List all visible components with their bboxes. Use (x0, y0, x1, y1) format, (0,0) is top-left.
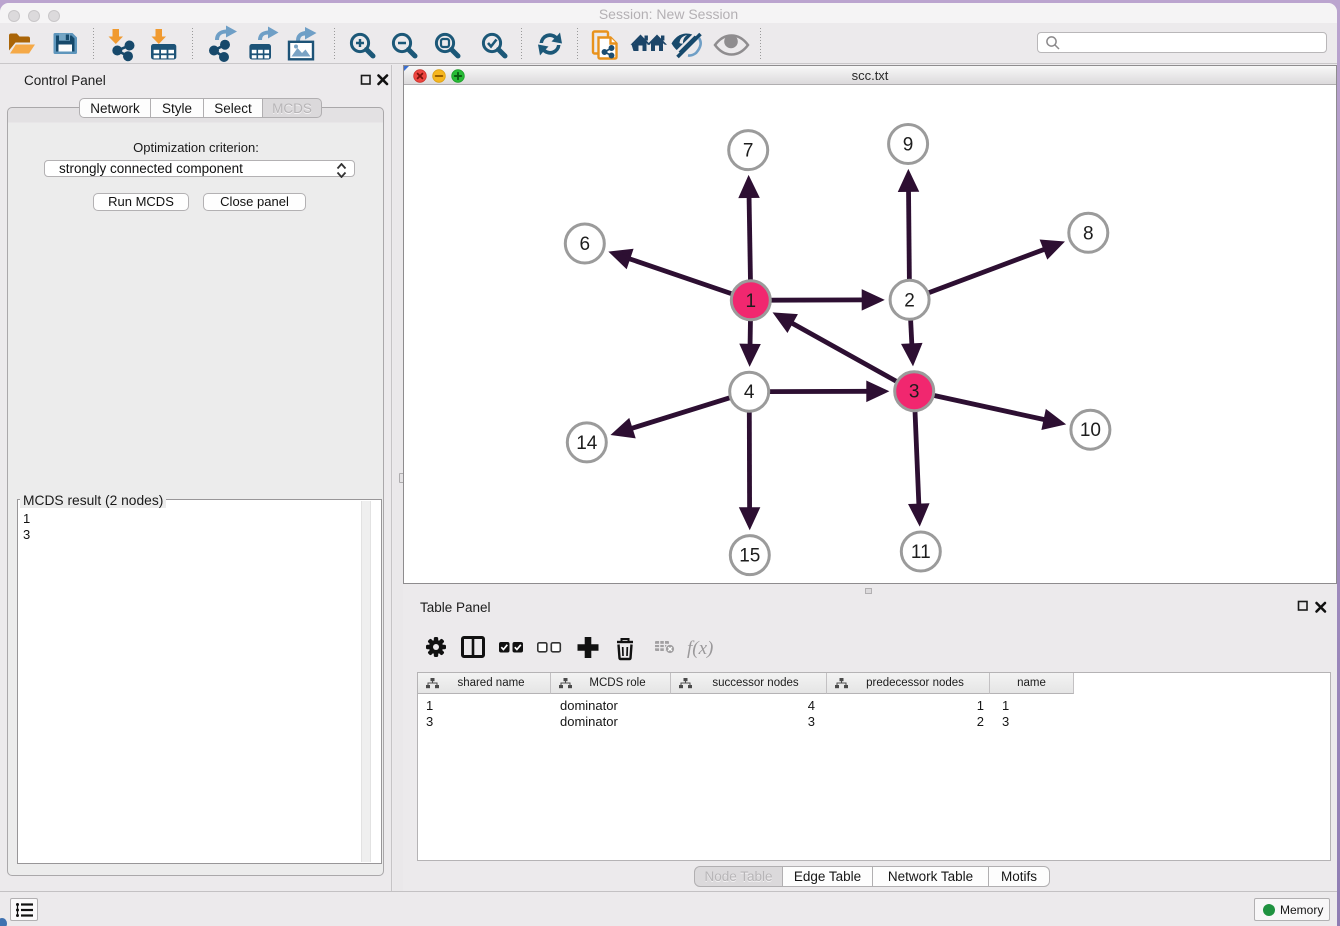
svg-text:6: 6 (580, 234, 591, 255)
svg-text:4: 4 (744, 382, 755, 403)
svg-text:f(x): f(x) (687, 638, 713, 659)
svg-text:7: 7 (743, 141, 754, 162)
svg-text:10: 10 (1080, 420, 1101, 441)
svg-text:11: 11 (911, 542, 931, 563)
svg-text:2: 2 (904, 290, 915, 311)
svg-text:14: 14 (576, 433, 598, 454)
svg-text:9: 9 (903, 135, 914, 156)
svg-text:15: 15 (739, 546, 760, 567)
svg-text:1: 1 (746, 291, 757, 312)
svg-text:3: 3 (909, 382, 920, 403)
svg-text:8: 8 (1083, 223, 1094, 244)
